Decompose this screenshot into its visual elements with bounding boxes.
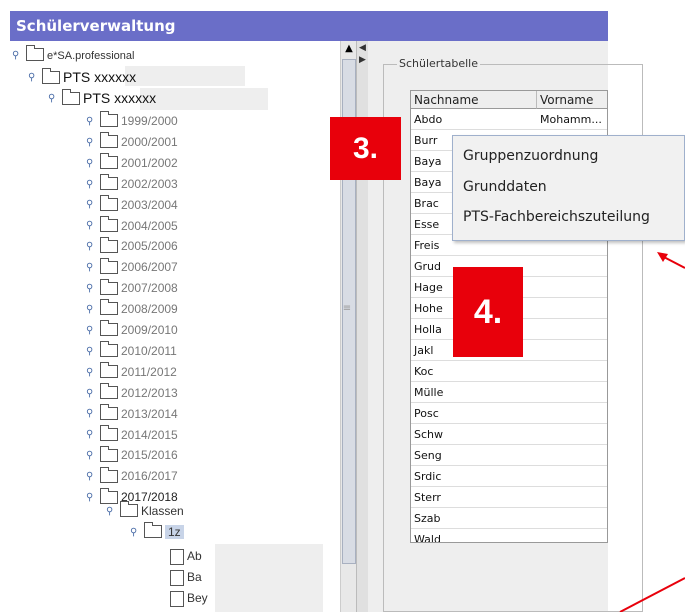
arrow-line-2 [619,577,685,612]
annotation-arrows [619,252,685,612]
arrowhead-icon [657,252,668,262]
